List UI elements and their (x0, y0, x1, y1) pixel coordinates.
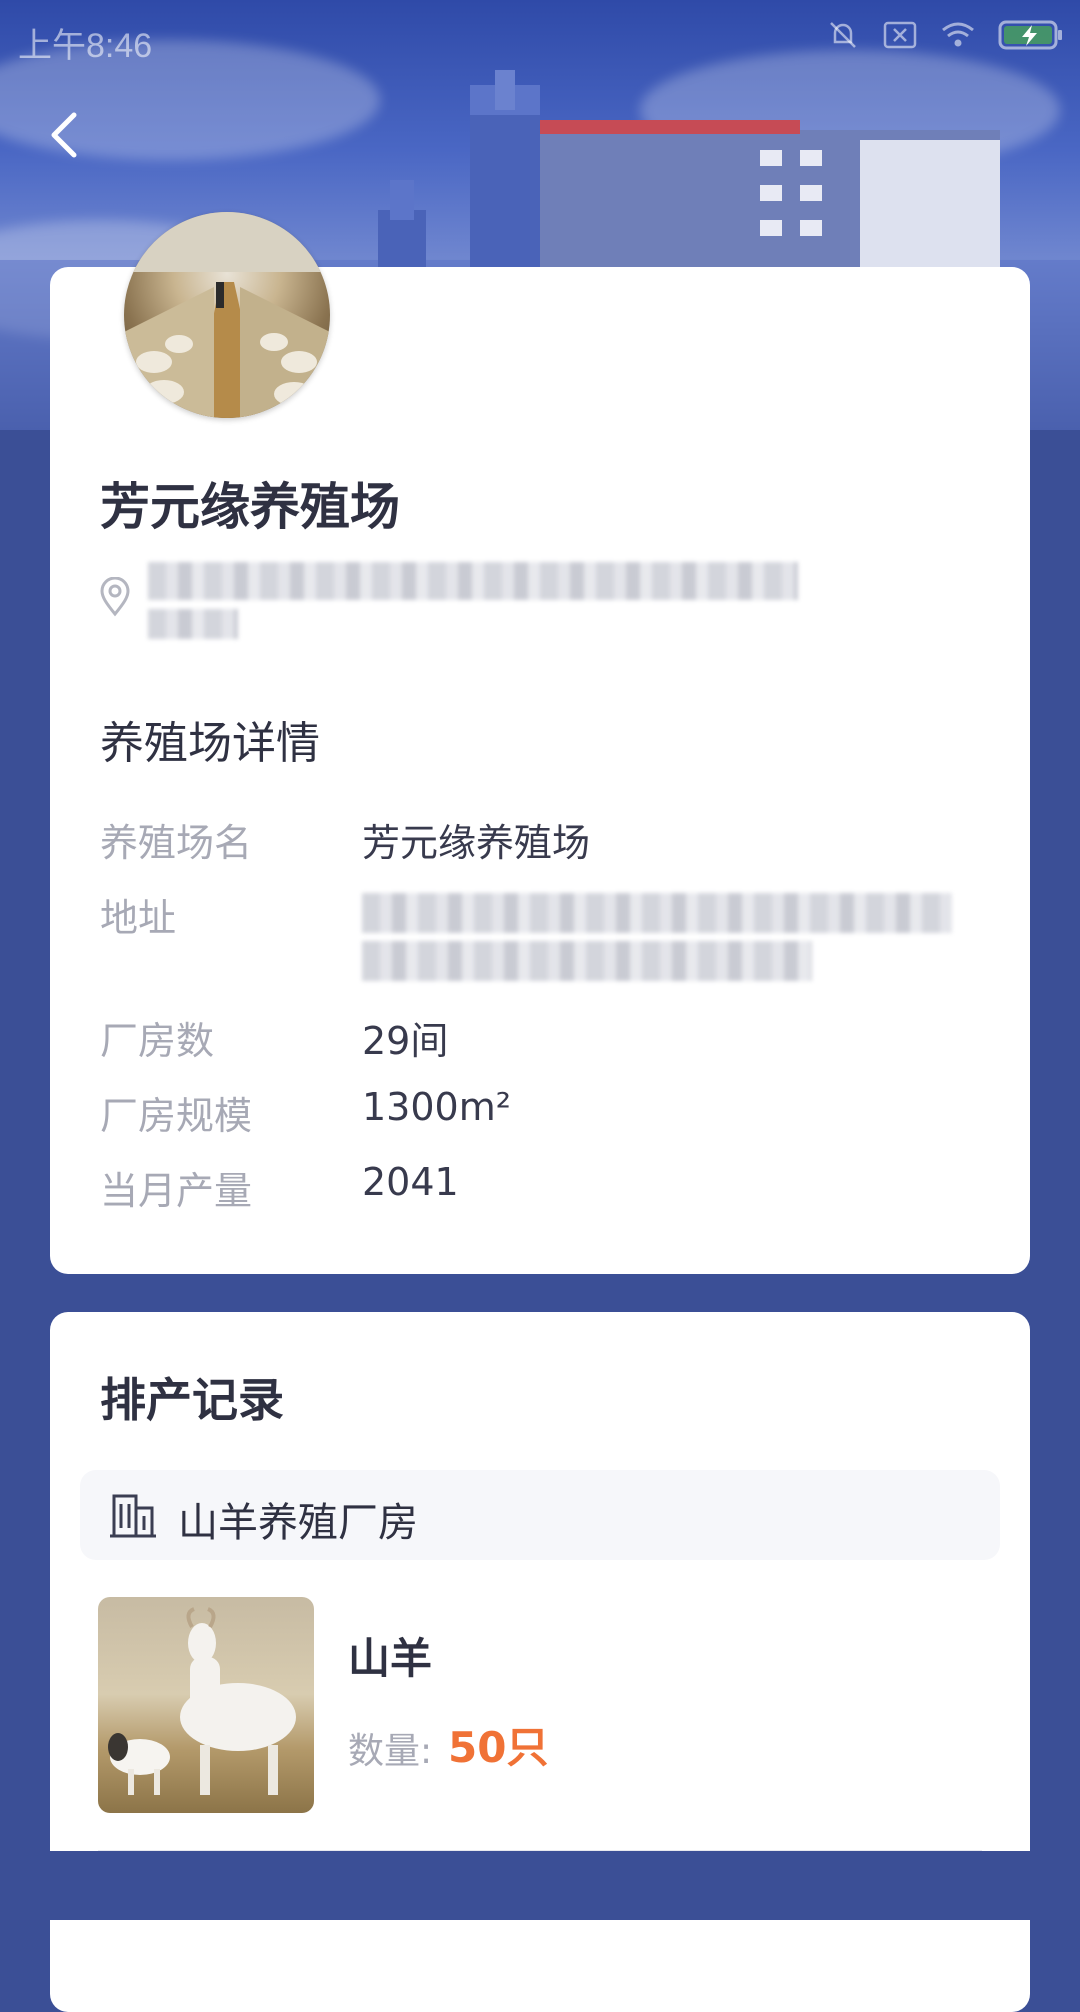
details-title: 养殖场详情 (100, 718, 320, 769)
bottom-background (0, 1851, 1080, 1920)
detail-label: 厂房数 (100, 1019, 215, 1063)
detail-label: 当月产量 (100, 1169, 253, 1213)
production-title: 排产记录 (100, 1373, 284, 1427)
address-obscured-line-2 (148, 609, 238, 639)
detail-value: 2041 (362, 1160, 459, 1204)
farm-info-card: 芳元缘养殖场 养殖场详情 养殖场名 芳元缘养殖场 地址 厂房数 29间 厂房规模… (50, 212, 1030, 1274)
address-obscured-line-1 (148, 562, 798, 600)
address-obscured-value-2 (362, 941, 812, 981)
wifi-icon (942, 22, 974, 47)
house-header[interactable]: 山羊养殖厂房 (80, 1470, 1000, 1560)
detail-label: 养殖场名 (100, 821, 253, 865)
detail-label: 地址 (100, 896, 177, 940)
quantity-value: 50只 (448, 1723, 549, 1772)
quantity-label: 数量: (348, 1731, 433, 1772)
sim-error-icon (883, 21, 917, 49)
farm-name: 芳元缘养殖场 (100, 478, 400, 536)
detail-value: 芳元缘养殖场 (362, 821, 591, 865)
detail-value: 29间 (362, 1019, 449, 1063)
location-pin-icon (100, 577, 130, 617)
goat-photo (98, 1597, 314, 1813)
livestock-name: 山羊 (348, 1634, 433, 1683)
building-icon (110, 1494, 156, 1538)
house-label: 山羊养殖厂房 (178, 1500, 418, 1546)
bell-muted-icon (830, 22, 856, 48)
status-time: 上午8:46 (18, 27, 153, 65)
status-bar: 上午8:46 (0, 0, 1080, 72)
battery-charging-icon (998, 20, 1062, 50)
farm-avatar (124, 212, 330, 418)
address-obscured-value-1 (362, 893, 952, 933)
detail-label: 厂房规模 (100, 1094, 253, 1138)
barn-photo (124, 212, 330, 418)
detail-value: 1300m² (362, 1085, 511, 1129)
status-icons (826, 18, 1064, 52)
goat-illustration (108, 1607, 296, 1795)
back-button[interactable] (38, 105, 98, 165)
